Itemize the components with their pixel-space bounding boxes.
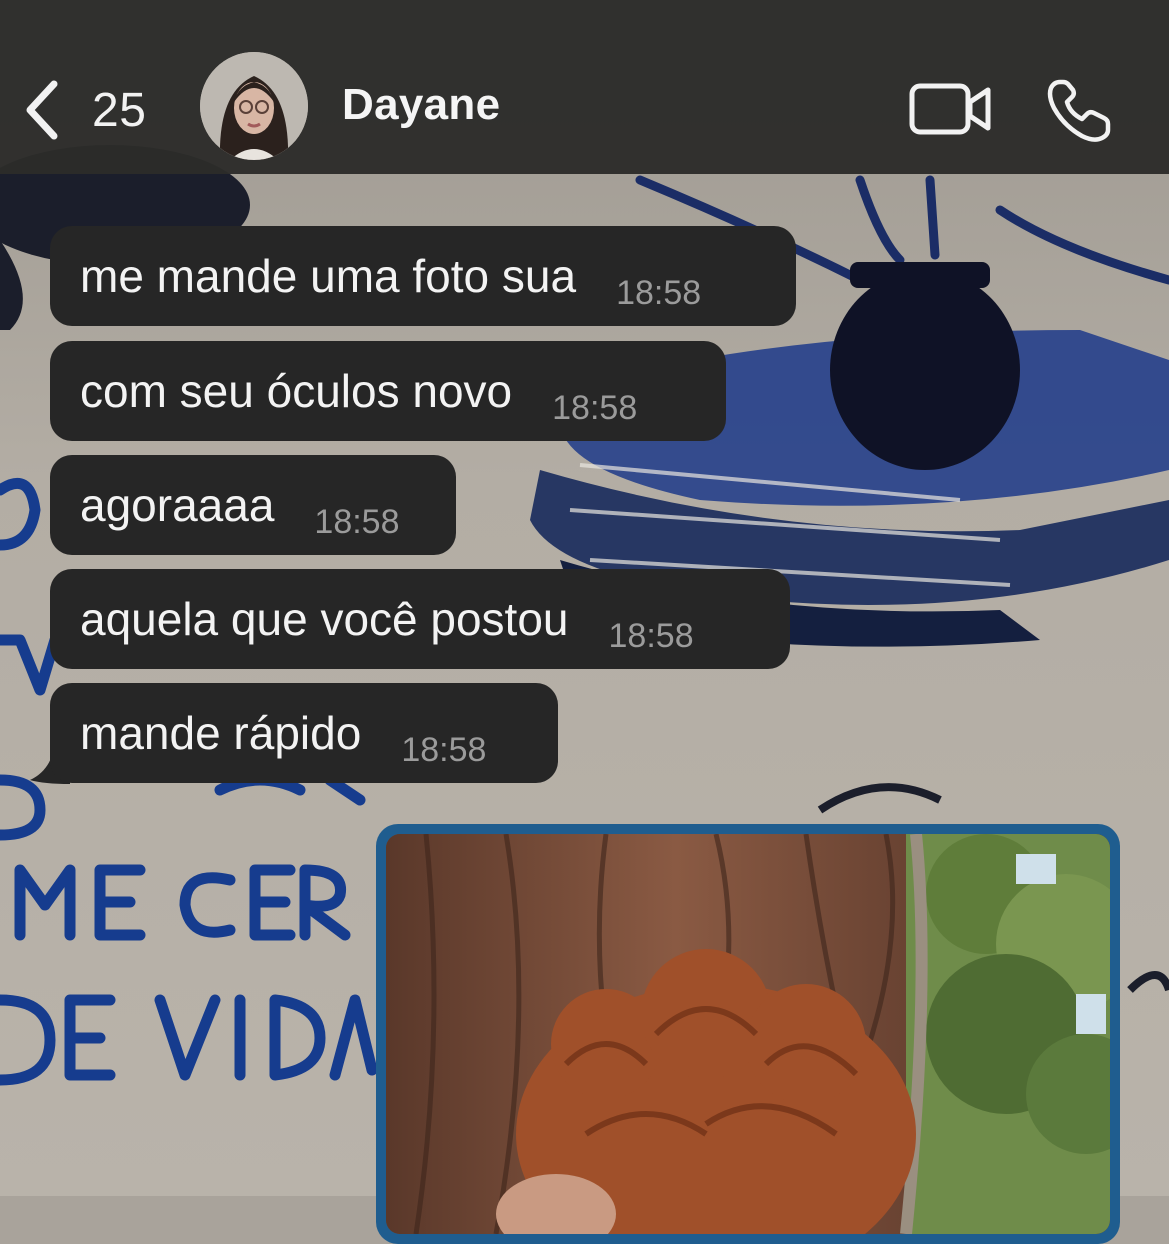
message-time: 18:58	[552, 388, 638, 427]
message-bubble[interactable]: agoraaaa 18:58	[50, 455, 456, 555]
message-bubble[interactable]: me mande uma foto sua 18:58	[50, 226, 796, 326]
message-time: 18:58	[608, 616, 694, 655]
message-time: 18:58	[401, 730, 487, 769]
message-bubble[interactable]: com seu óculos novo 18:58	[50, 341, 726, 441]
message-list: me mande uma foto sua 18:58 com seu ócul…	[0, 0, 1169, 1244]
photo-message[interactable]	[386, 834, 1110, 1234]
message-text: mande rápido	[80, 707, 362, 759]
message-time: 18:58	[616, 273, 702, 312]
message-text: aquela que você postou	[80, 593, 569, 645]
message-text: agoraaaa	[80, 479, 275, 531]
message-bubble[interactable]: aquela que você postou 18:58	[50, 569, 790, 669]
message-time: 18:58	[314, 502, 400, 541]
message-text: me mande uma foto sua	[80, 250, 577, 302]
message-text: com seu óculos novo	[80, 365, 513, 417]
message-bubble[interactable]: mande rápido 18:58	[50, 683, 558, 783]
